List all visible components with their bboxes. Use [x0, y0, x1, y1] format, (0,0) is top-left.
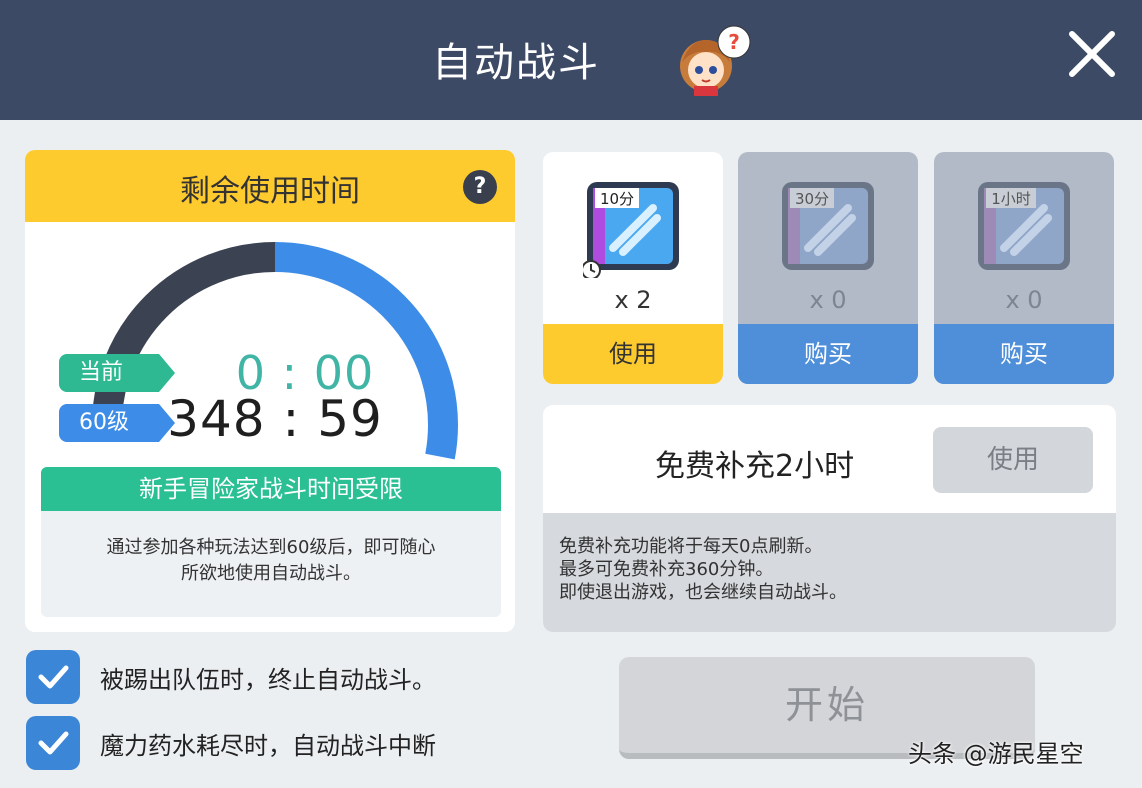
buy-item-button[interactable]: 购买 — [738, 324, 918, 384]
limit-desc-line1: 通过参加各种玩法达到60级后，即可随心 — [106, 537, 436, 558]
limit-banner: 新手冒险家战斗时间受限 — [41, 467, 501, 511]
limit-time-value: 348 : 59 — [167, 390, 383, 448]
check-icon — [38, 665, 69, 689]
free-refill-use-button[interactable]: 使用 — [933, 427, 1093, 493]
option-mana-label: 魔力药水耗尽时，自动战斗中断 — [100, 731, 436, 760]
help-icon[interactable]: ? — [463, 170, 497, 204]
mascot-help-icon[interactable]: ? — [668, 22, 756, 98]
item-card-1hour: 1小时 x 0 购买 — [934, 152, 1114, 384]
remaining-time-header: 剩余使用时间 ? — [25, 150, 515, 222]
free-refill-title: 免费补充2小时 — [655, 449, 855, 484]
option-kicked-label: 被踢出队伍时，终止自动战斗。 — [100, 665, 436, 694]
header-bar: 自动战斗 ? — [0, 0, 1142, 120]
item-card-30min: 30分 x 0 购买 — [738, 152, 918, 384]
remaining-time-panel: 剩余使用时间 ? 当前 60级 0 : 00 348 : 59 新手冒险家战斗时… — [25, 150, 515, 632]
option-mana-row[interactable]: 魔力药水耗尽时，自动战斗中断 — [26, 716, 436, 770]
option-kicked-checkbox[interactable] — [26, 650, 80, 704]
item-count: x 0 — [1005, 286, 1043, 314]
free-desc-line1: 免费补充功能将于每天0点刷新。 — [559, 536, 823, 557]
limit-desc-line2: 所欲地使用自动战斗。 — [181, 563, 361, 584]
level-tag: 60级 — [59, 404, 175, 442]
battle-ticket-1hour-icon: 1小时 — [978, 182, 1070, 270]
svg-text:?: ? — [728, 30, 740, 54]
item-icon-label: 10分 — [600, 190, 634, 208]
current-tag: 当前 — [59, 354, 175, 392]
free-desc-line2: 最多可免费补充360分钟。 — [559, 559, 774, 580]
item-count: x 2 — [614, 286, 652, 314]
use-item-button[interactable]: 使用 — [543, 324, 723, 384]
free-desc-line3: 即使退出游戏，也会继续自动战斗。 — [559, 582, 847, 603]
remaining-time-title: 剩余使用时间 — [180, 174, 360, 209]
item-count: x 0 — [809, 286, 847, 314]
option-mana-checkbox[interactable] — [26, 716, 80, 770]
close-icon[interactable] — [1062, 24, 1122, 84]
buy-item-button[interactable]: 购买 — [934, 324, 1114, 384]
battle-ticket-30min-icon: 30分 — [782, 182, 874, 270]
item-icon-label: 1小时 — [991, 190, 1031, 208]
item-icon-label: 30分 — [795, 190, 829, 208]
check-icon — [38, 731, 69, 755]
free-refill-description: 免费补充功能将于每天0点刷新。 最多可免费补充360分钟。 即使退出游戏，也会继… — [543, 513, 1116, 632]
page-title: 自动战斗 — [432, 40, 600, 86]
watermark: 头条 @游民星空 — [908, 740, 1084, 768]
option-kicked-row[interactable]: 被踢出队伍时，终止自动战斗。 — [26, 650, 436, 704]
free-refill-panel: 免费补充2小时 使用 免费补充功能将于每天0点刷新。 最多可免费补充360分钟。… — [543, 405, 1116, 632]
item-card-10min: 10分 x 2 使用 — [543, 152, 723, 384]
battle-ticket-10min-icon: 10分 — [583, 182, 679, 278]
limit-description: 通过参加各种玩法达到60级后，即可随心 所欲地使用自动战斗。 — [41, 511, 501, 617]
